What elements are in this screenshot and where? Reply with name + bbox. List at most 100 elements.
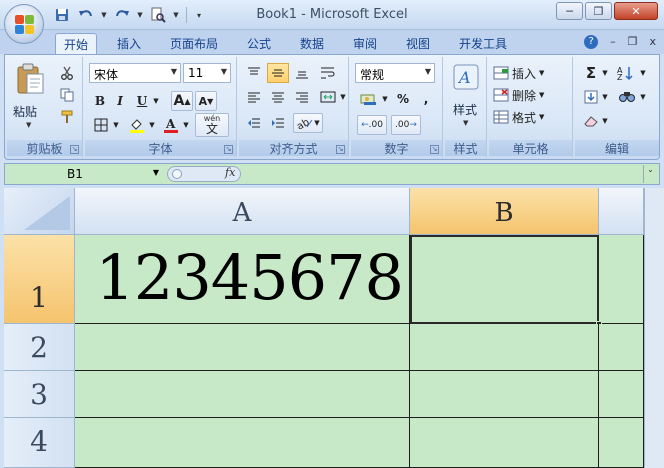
fill-dropdown-icon[interactable]: ▼ xyxy=(601,87,609,107)
orientation-icon[interactable]: ab ▼ xyxy=(293,113,323,133)
sort-filter-dropdown-icon[interactable]: ▼ xyxy=(639,63,647,83)
cell-c3[interactable] xyxy=(599,371,644,418)
row-header-2[interactable]: 2 xyxy=(4,324,75,371)
tab-data[interactable]: 数据 xyxy=(291,33,333,54)
tab-formulas[interactable]: 公式 xyxy=(238,33,280,54)
comma-style-button[interactable]: , xyxy=(417,89,435,109)
row-header-1[interactable]: 1 xyxy=(4,235,75,324)
paste-dropdown-icon[interactable]: ▼ xyxy=(26,121,31,129)
cell-a1[interactable]: 12345678 xyxy=(75,235,410,324)
cell-b2[interactable] xyxy=(410,324,599,371)
borders-icon[interactable] xyxy=(91,115,111,135)
align-top-icon[interactable] xyxy=(243,63,265,83)
insert-function-button[interactable]: fx xyxy=(225,166,235,179)
copy-icon[interactable] xyxy=(57,85,77,105)
align-middle-icon[interactable] xyxy=(267,63,289,83)
align-right-icon[interactable] xyxy=(291,87,313,107)
cell-b3[interactable] xyxy=(410,371,599,418)
shrink-font-button[interactable]: A ▼ xyxy=(195,91,217,111)
underline-button[interactable]: U xyxy=(133,91,151,111)
find-select-dropdown-icon[interactable]: ▼ xyxy=(639,87,647,107)
cell-a3[interactable] xyxy=(75,371,410,418)
column-header-c[interactable] xyxy=(599,188,644,235)
workbook-minimize-button[interactable]: – xyxy=(610,35,616,49)
font-launcher-icon[interactable]: ↘ xyxy=(224,145,233,154)
column-header-a[interactable]: A xyxy=(75,188,410,235)
help-icon[interactable]: ? xyxy=(584,35,599,49)
expand-formula-bar-icon[interactable]: ⌄ xyxy=(643,165,657,183)
format-painter-icon[interactable] xyxy=(57,107,77,127)
vertical-scrollbar[interactable] xyxy=(644,188,664,468)
number-format-select[interactable]: 常规 ▼ xyxy=(355,63,435,83)
column-header-b[interactable]: B xyxy=(410,188,599,235)
workbook-close-button[interactable]: x xyxy=(649,35,656,49)
tab-developer[interactable]: 开发工具 xyxy=(450,33,516,54)
fill-color-dropdown-icon[interactable]: ▼ xyxy=(147,115,157,135)
merge-center-icon[interactable] xyxy=(317,87,339,107)
clear-icon[interactable] xyxy=(581,111,601,131)
name-box[interactable]: B1 ▼ xyxy=(7,165,163,183)
grow-font-button[interactable]: A ▲ xyxy=(171,91,193,111)
cell-b4[interactable] xyxy=(410,418,599,468)
bold-button[interactable]: B xyxy=(91,91,109,111)
fill-color-icon[interactable] xyxy=(127,115,147,135)
font-color-icon[interactable]: A xyxy=(161,115,181,135)
paste-button[interactable]: 粘贴 ▼ xyxy=(11,61,49,135)
tab-page-layout[interactable]: 页面布局 xyxy=(162,33,226,54)
number-launcher-icon[interactable]: ↘ xyxy=(430,145,439,154)
close-button[interactable]: ✕ xyxy=(614,2,658,20)
cell-c2[interactable] xyxy=(599,324,644,371)
fill-icon[interactable] xyxy=(581,87,601,107)
restore-button[interactable]: ❐ xyxy=(585,2,612,20)
clear-dropdown-icon[interactable]: ▼ xyxy=(601,111,609,131)
increase-decimal-button[interactable]: ← .00 xyxy=(357,115,387,135)
tab-view[interactable]: 视图 xyxy=(397,33,439,54)
accounting-dropdown-icon[interactable]: ▼ xyxy=(381,89,389,109)
sort-filter-icon[interactable]: AZ xyxy=(615,63,639,83)
align-bottom-icon[interactable] xyxy=(291,63,313,83)
cut-icon[interactable] xyxy=(57,63,77,83)
office-button[interactable] xyxy=(4,4,44,44)
cell-a4[interactable] xyxy=(75,418,410,468)
cell-c4[interactable] xyxy=(599,418,644,468)
merge-dropdown-icon[interactable]: ▼ xyxy=(339,87,347,107)
clipboard-launcher-icon[interactable]: ↘ xyxy=(70,145,79,154)
italic-button[interactable]: I xyxy=(111,91,129,111)
tab-home[interactable]: 开始 xyxy=(55,33,97,54)
font-family-select[interactable]: 宋体 ▼ xyxy=(89,63,181,83)
formula-input[interactable] xyxy=(245,166,635,182)
tab-insert[interactable]: 插入 xyxy=(108,33,150,54)
align-left-icon[interactable] xyxy=(243,87,265,107)
cell-b1[interactable] xyxy=(410,235,599,324)
select-all-button[interactable] xyxy=(4,188,75,235)
decrease-indent-icon[interactable] xyxy=(243,113,265,133)
cell-c1[interactable] xyxy=(599,235,644,324)
tab-review[interactable]: 审阅 xyxy=(344,33,386,54)
underline-dropdown-icon[interactable]: ▼ xyxy=(151,91,161,111)
autosum-button[interactable]: Σ xyxy=(581,63,601,83)
cell-a2[interactable] xyxy=(75,324,410,371)
decrease-decimal-button[interactable]: .00 → xyxy=(391,115,421,135)
font-group: 宋体 ▼ 11 ▼ B I U ▼ A▲ A▼ ▼ ▼ A ▼ wén 文 xyxy=(85,57,237,157)
autosum-dropdown-icon[interactable]: ▼ xyxy=(601,63,609,83)
find-select-icon[interactable] xyxy=(615,87,639,107)
align-center-icon[interactable] xyxy=(267,87,289,107)
accounting-format-icon[interactable] xyxy=(357,89,381,109)
format-cells-label: 格式 xyxy=(512,110,537,125)
row-header-3[interactable]: 3 xyxy=(4,371,75,418)
row-header-4[interactable]: 4 xyxy=(4,418,75,468)
insert-cells-button[interactable]: 插入 ▼ xyxy=(493,63,567,83)
wrap-text-icon[interactable] xyxy=(317,63,339,83)
format-cells-button[interactable]: 格式 ▼ xyxy=(493,107,567,127)
phonetic-guide-button[interactable]: wén 文 xyxy=(195,113,229,137)
alignment-launcher-icon[interactable]: ↘ xyxy=(336,145,345,154)
borders-dropdown-icon[interactable]: ▼ xyxy=(111,115,121,135)
styles-button[interactable]: A 样式 ▼ xyxy=(447,61,485,135)
delete-cells-button[interactable]: 删除 ▼ xyxy=(493,85,567,105)
font-size-select[interactable]: 11 ▼ xyxy=(183,63,231,83)
font-color-dropdown-icon[interactable]: ▼ xyxy=(181,115,191,135)
workbook-restore-button[interactable]: ❐ xyxy=(628,35,638,49)
minimize-button[interactable]: ─ xyxy=(556,2,583,20)
increase-indent-icon[interactable] xyxy=(267,113,289,133)
percent-style-button[interactable]: % xyxy=(393,89,413,109)
